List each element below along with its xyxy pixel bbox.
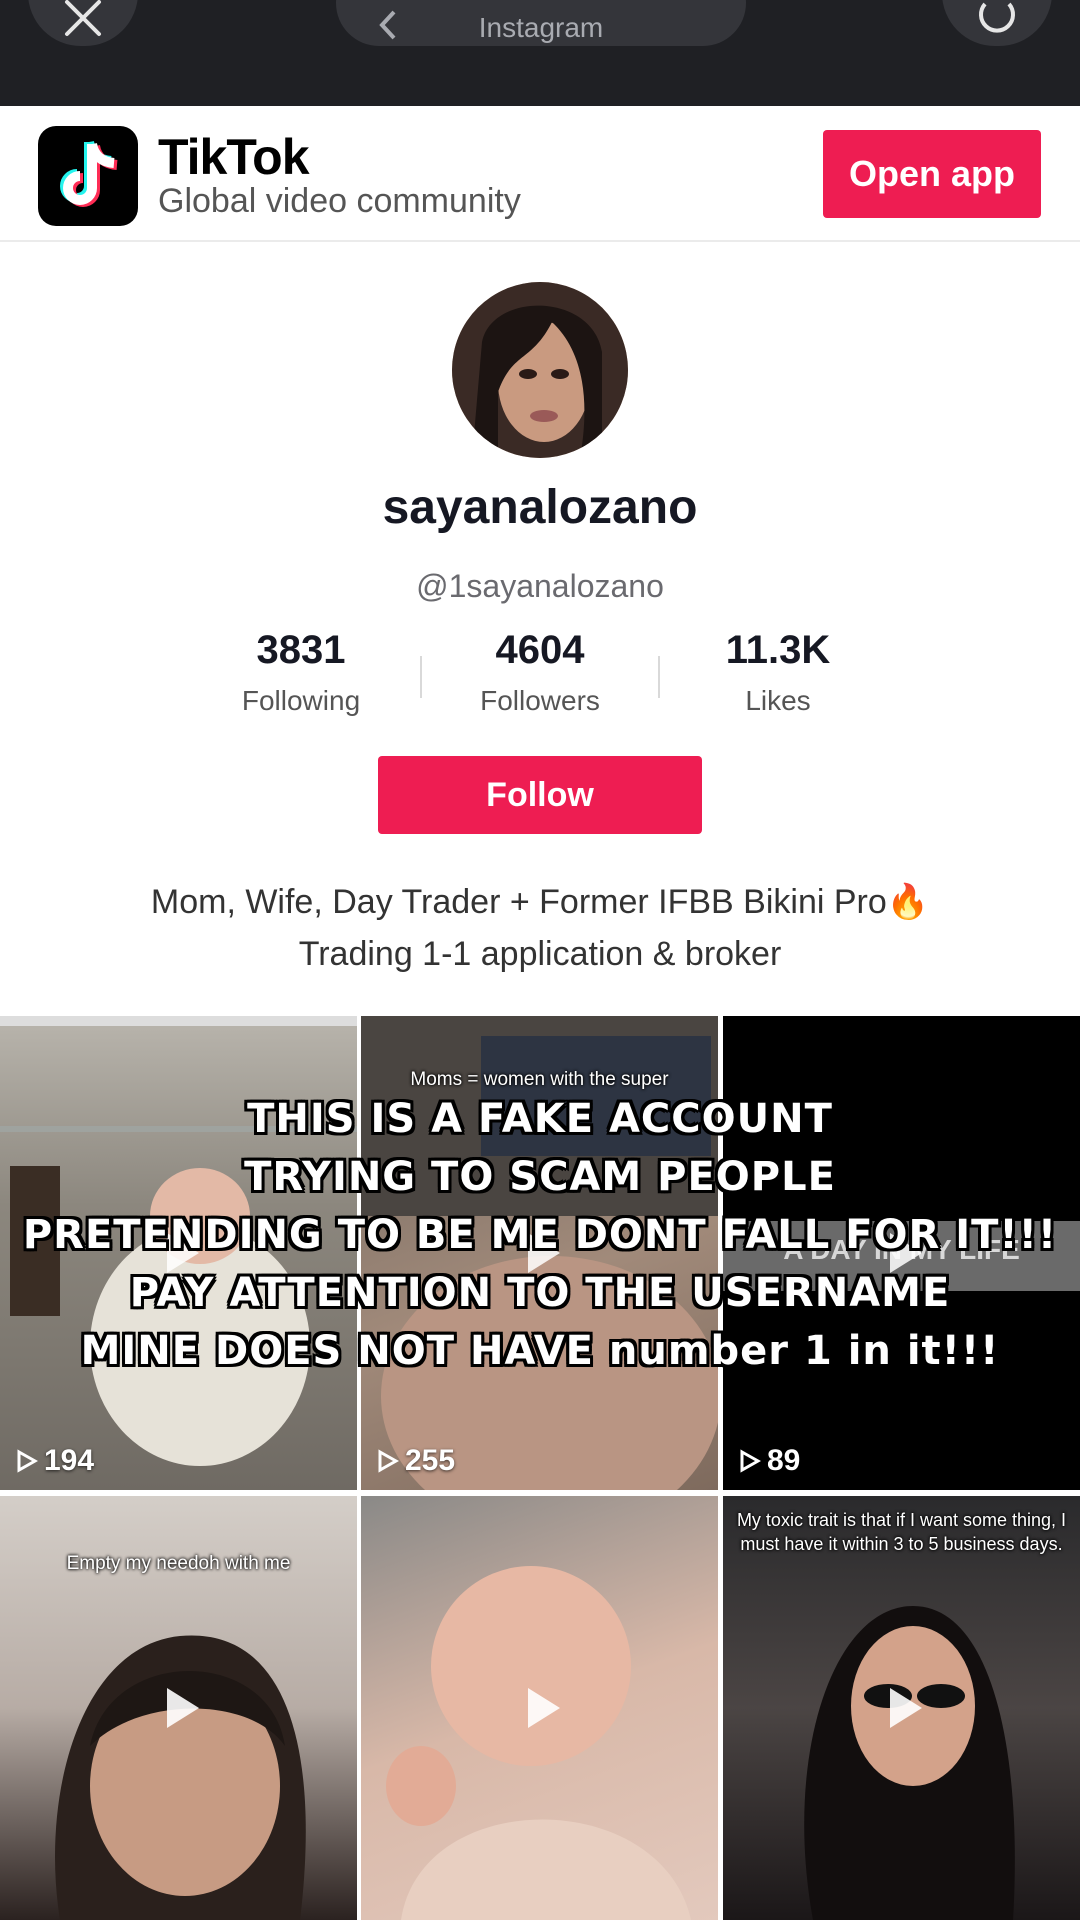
stat-value: 3831 <box>256 628 346 672</box>
browser-toolbar: Instagram <box>0 0 1080 106</box>
address-text: Instagram <box>478 12 604 43</box>
avatar[interactable] <box>452 282 628 458</box>
divider <box>658 656 660 698</box>
follow-button[interactable]: Follow <box>378 756 702 834</box>
view-count-text: 255 <box>405 1444 456 1477</box>
video-caption: My toxic trait is that if I want some th… <box>736 1510 1067 1554</box>
close-button[interactable] <box>28 0 138 46</box>
stat-label: Likes <box>745 685 811 716</box>
play-outline-icon <box>740 1449 761 1473</box>
stat-followers: 4604 Followers <box>430 628 650 717</box>
close-icon <box>65 0 101 36</box>
warning-line: MINE DOES NOT HAVE number 1 in it!!! <box>80 1328 1000 1374</box>
divider <box>420 656 422 698</box>
play-outline-icon <box>378 1449 399 1473</box>
warning-overlay: THIS IS A FAKE ACCOUNT TRYING TO SCAM PE… <box>0 1090 1080 1380</box>
video-tile[interactable]: My toxic trait is that if I want some th… <box>723 1496 1080 1920</box>
profile-bio: Mom, Wife, Day Trader + Former IFBB Biki… <box>0 876 1080 980</box>
stat-label: Following <box>241 685 361 716</box>
video-tile[interactable]: Empty my needoh with me <box>0 1496 357 1920</box>
warning-line: TRYING TO SCAM PEOPLE <box>244 1154 836 1200</box>
stat-value: 4604 <box>495 628 585 672</box>
view-count: 194 <box>16 1444 94 1478</box>
bio-line: Trading 1-1 application & broker <box>298 935 782 973</box>
video-tile[interactable] <box>361 1496 718 1920</box>
view-count: 89 <box>739 1444 800 1478</box>
open-app-button[interactable]: Open app <box>823 130 1041 218</box>
play-icon <box>527 1688 560 1728</box>
warning-line: PRETENDING TO BE ME DONT FALL FOR IT!!! <box>22 1212 1058 1258</box>
view-count-text: 89 <box>767 1444 801 1477</box>
stat-label: Followers <box>480 685 600 716</box>
avatar-image <box>452 282 628 458</box>
view-count: 255 <box>377 1444 455 1478</box>
bio-line: Mom, Wife, Day Trader + Former IFBB Biki… <box>150 883 930 921</box>
stat-value: 11.3K <box>725 628 831 672</box>
stat-likes: 11.3K Likes <box>668 628 888 717</box>
view-count-text: 194 <box>44 1444 95 1477</box>
play-outline-icon <box>17 1449 38 1473</box>
profile-display-name: sayanalozano <box>382 481 698 534</box>
video-caption: Moms = women with the super <box>410 1069 669 1090</box>
brand-name: TikTok <box>158 129 310 185</box>
address-bar[interactable]: Instagram <box>336 0 746 46</box>
tiktok-logo-icon <box>38 126 138 226</box>
warning-line: PAY ATTENTION TO THE USERNAME <box>129 1270 951 1316</box>
warning-line: THIS IS A FAKE ACCOUNT <box>247 1096 833 1142</box>
reload-icon <box>979 2 1015 33</box>
brand-tagline: Global video community <box>158 182 521 220</box>
profile-handle: @1sayanalozano <box>416 568 664 604</box>
reload-button[interactable] <box>942 0 1052 46</box>
profile-stats: 3831 Following 4604 Followers 11.3K Like… <box>0 628 1080 718</box>
app-banner: TikTok Global video community Open app <box>0 106 1080 242</box>
stat-following: 3831 Following <box>191 628 411 717</box>
video-caption: Empty my needoh with me <box>66 1553 291 1574</box>
play-icon <box>166 1688 199 1728</box>
play-icon <box>889 1688 922 1728</box>
